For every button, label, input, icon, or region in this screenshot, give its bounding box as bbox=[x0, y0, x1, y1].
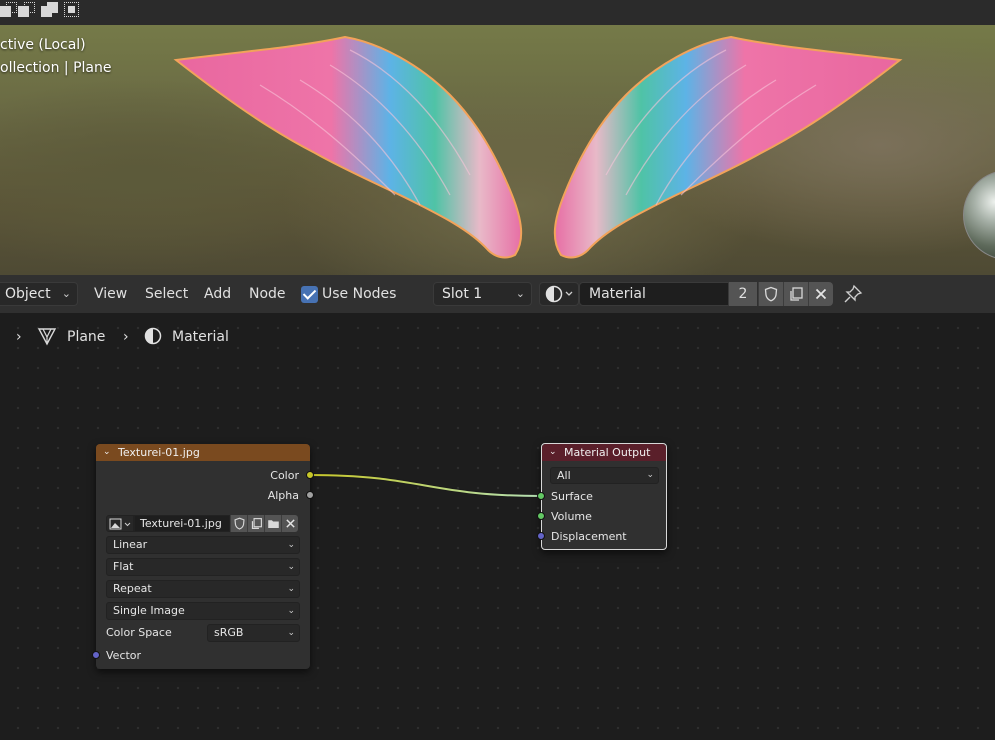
projection-dropdown[interactable]: Flat ⌄ bbox=[106, 558, 300, 576]
input-surface-label: Surface bbox=[551, 490, 593, 503]
select-extend-icon[interactable] bbox=[18, 2, 36, 20]
chevron-down-icon: ⌄ bbox=[287, 540, 295, 550]
image-selector-row: Texturei-01.jpg bbox=[106, 515, 300, 532]
node-editor-canvas[interactable]: › Plane › Material ⌄ Texturei-01.jpg Col… bbox=[0, 313, 995, 740]
input-volume-label: Volume bbox=[551, 510, 592, 523]
menu-select[interactable]: Select bbox=[145, 282, 188, 306]
source-value: Single Image bbox=[113, 604, 185, 617]
folder-icon bbox=[268, 520, 279, 528]
fake-user-button[interactable] bbox=[758, 282, 783, 306]
chevron-down-icon: ⌄ bbox=[61, 287, 71, 300]
fake-user-button[interactable] bbox=[230, 515, 247, 532]
duplicate-icon bbox=[251, 518, 262, 529]
image-name-field[interactable]: Texturei-01.jpg bbox=[134, 515, 230, 532]
unlink-image-button[interactable] bbox=[281, 515, 298, 532]
extension-dropdown[interactable]: Repeat ⌄ bbox=[106, 580, 300, 598]
shield-icon bbox=[764, 286, 778, 302]
slot-dropdown[interactable]: Slot 1 ⌄ bbox=[433, 282, 532, 306]
image-texture-node[interactable]: ⌄ Texturei-01.jpg Color Alpha Texturei-0… bbox=[92, 444, 314, 669]
select-set-icon[interactable] bbox=[0, 2, 18, 20]
target-dropdown[interactable]: All ⌄ bbox=[550, 467, 659, 484]
color-space-dropdown[interactable]: sRGB ⌄ bbox=[207, 624, 300, 642]
chevron-down-icon: ⌄ bbox=[287, 562, 295, 572]
material-sphere-icon bbox=[545, 285, 573, 303]
viewport-toolbar bbox=[0, 0, 995, 25]
color-space-label: Color Space bbox=[106, 626, 172, 639]
target-value: All bbox=[557, 469, 571, 482]
menu-node[interactable]: Node bbox=[249, 282, 286, 306]
material-output-node-header[interactable]: ⌄ Material Output bbox=[542, 444, 666, 461]
vector-input-socket[interactable] bbox=[92, 651, 100, 659]
collapse-chevron-icon[interactable]: ⌄ bbox=[103, 444, 111, 461]
material-output-node-title: Material Output bbox=[564, 446, 651, 459]
close-icon bbox=[815, 288, 827, 300]
chevron-down-icon: ⌄ bbox=[287, 628, 295, 638]
browse-material-button[interactable] bbox=[539, 282, 579, 306]
mode-dropdown-label: Object bbox=[5, 286, 51, 302]
image-name-value: Texturei-01.jpg bbox=[140, 517, 222, 530]
surface-input-socket[interactable] bbox=[537, 492, 545, 500]
color-space-value: sRGB bbox=[214, 626, 244, 639]
pin-icon bbox=[844, 284, 863, 303]
image-texture-node-header[interactable]: ⌄ Texturei-01.jpg bbox=[96, 444, 310, 461]
shield-icon bbox=[234, 517, 245, 530]
mode-dropdown[interactable]: Object ⌄ bbox=[0, 282, 78, 306]
material-output-node[interactable]: ⌄ Material Output All ⌄ Surface Volume D… bbox=[537, 443, 667, 550]
image-icon bbox=[109, 518, 131, 530]
use-nodes-label: Use Nodes bbox=[322, 286, 397, 302]
projection-value: Flat bbox=[113, 560, 134, 573]
image-texture-node-title: Texturei-01.jpg bbox=[118, 446, 200, 459]
chevron-down-icon: ⌄ bbox=[515, 287, 525, 300]
chevron-down-icon: ⌄ bbox=[287, 606, 295, 616]
output-alpha-label: Alpha bbox=[267, 489, 299, 502]
displacement-input-socket[interactable] bbox=[537, 532, 545, 540]
pin-button[interactable] bbox=[843, 284, 863, 304]
material-user-count[interactable]: 2 bbox=[729, 282, 757, 306]
volume-input-socket[interactable] bbox=[537, 512, 545, 520]
interpolation-value: Linear bbox=[113, 538, 148, 551]
node-editor-header: Object ⌄ View Select Add Node Use Nodes … bbox=[0, 275, 995, 313]
source-dropdown[interactable]: Single Image ⌄ bbox=[106, 602, 300, 620]
menu-view[interactable]: View bbox=[94, 282, 127, 306]
chevron-down-icon: ⌄ bbox=[287, 584, 295, 594]
wings-image bbox=[173, 35, 903, 259]
close-icon bbox=[286, 519, 295, 528]
chevron-down-icon: ⌄ bbox=[646, 470, 654, 480]
input-vector-label: Vector bbox=[106, 649, 142, 662]
output-color-label: Color bbox=[270, 469, 299, 482]
input-displacement-label: Displacement bbox=[551, 530, 627, 543]
extension-value: Repeat bbox=[113, 582, 152, 595]
duplicate-material-button[interactable] bbox=[783, 282, 808, 306]
duplicate-icon bbox=[790, 287, 803, 301]
use-nodes-checkbox[interactable] bbox=[301, 286, 318, 303]
interpolation-dropdown[interactable]: Linear ⌄ bbox=[106, 536, 300, 554]
collapse-chevron-icon[interactable]: ⌄ bbox=[549, 444, 557, 461]
unlink-material-button[interactable] bbox=[808, 282, 833, 306]
duplicate-image-button[interactable] bbox=[247, 515, 264, 532]
alpha-output-socket[interactable] bbox=[306, 491, 314, 499]
material-name-value: Material bbox=[589, 286, 646, 302]
slot-dropdown-label: Slot 1 bbox=[442, 286, 483, 302]
material-name-field[interactable]: Material bbox=[579, 282, 729, 306]
select-subtract-icon[interactable] bbox=[41, 2, 59, 20]
select-intersect-icon[interactable] bbox=[64, 2, 82, 20]
open-image-button[interactable] bbox=[264, 515, 281, 532]
3d-viewport[interactable]: ctive (Local) ollection | Plane bbox=[0, 25, 995, 275]
color-output-socket[interactable] bbox=[306, 471, 314, 479]
browse-image-button[interactable] bbox=[106, 515, 134, 532]
menu-add[interactable]: Add bbox=[204, 282, 231, 306]
